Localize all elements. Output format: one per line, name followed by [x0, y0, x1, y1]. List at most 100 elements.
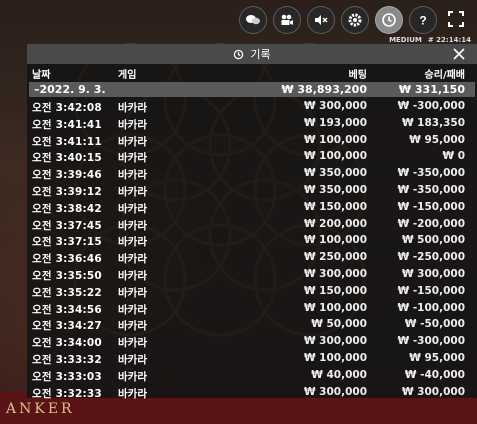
row-date: 오전 3:33:03	[32, 370, 102, 383]
row-result: ₩ 183,350	[401, 116, 465, 129]
row-date: 오전 3:34:00	[32, 337, 102, 350]
row-bet: ₩ 200,000	[303, 217, 367, 230]
row-result: ₩ -50,000	[404, 318, 465, 331]
row-bet: ₩ 100,000	[303, 150, 367, 163]
row-date: 오전 3:38:42	[32, 202, 102, 215]
row-result: ₩ -40,000	[404, 368, 465, 381]
row-bet: ₩ 350,000	[303, 183, 367, 196]
history-row[interactable]: 오전 3:40:15 바카라 ₩ 100,000 ₩ 0	[27, 148, 477, 165]
date-summary-row[interactable]: –2022. 9. 3. ₩ 38,893,200 ₩ 331,150	[29, 82, 475, 97]
row-game: 바카라	[118, 152, 147, 165]
status-line: MEDIUM # 22:14:14	[389, 36, 471, 44]
row-bet: ₩ 350,000	[303, 167, 367, 180]
row-result: ₩ -100,000	[397, 301, 465, 314]
history-icon	[382, 13, 396, 27]
history-row[interactable]: 오전 3:34:56 바카라 ₩ 100,000 ₩ -100,000	[27, 300, 477, 317]
history-row[interactable]: 오전 3:34:27 바카라 ₩ 50,000 ₩ -50,000	[27, 316, 477, 333]
felt-label: ANKER	[6, 401, 75, 417]
row-date: 오전 3:33:32	[32, 353, 102, 366]
panel-title: 기록	[250, 48, 271, 61]
row-bet: ₩ 100,000	[303, 133, 367, 146]
row-game: 바카라	[118, 202, 147, 215]
history-row[interactable]: 오전 3:35:50 바카라 ₩ 300,000 ₩ 300,000	[27, 266, 477, 283]
row-result: ₩ -350,000	[397, 167, 465, 180]
gear-icon	[348, 13, 362, 27]
history-row[interactable]: 오전 3:36:46 바카라 ₩ 250,000 ₩ -250,000	[27, 249, 477, 266]
row-game: 바카라	[118, 219, 147, 232]
history-row[interactable]: 오전 3:41:11 바카라 ₩ 100,000 ₩ 95,000	[27, 132, 477, 149]
clock-label: # 22:14:14	[427, 36, 471, 44]
row-game: 바카라	[118, 286, 147, 299]
history-row[interactable]: 오전 3:35:22 바카라 ₩ 150,000 ₩ -150,000	[27, 283, 477, 300]
row-bet: ₩ 50,000	[311, 318, 367, 331]
history-row[interactable]: 오전 3:42:08 바카라 ₩ 300,000 ₩ -300,000	[27, 98, 477, 115]
row-result: ₩ -150,000	[397, 200, 465, 213]
row-bet: ₩ 40,000	[311, 368, 367, 381]
row-result: ₩ 300,000	[401, 267, 465, 280]
row-date: 오전 3:42:08	[32, 102, 102, 114]
row-bet: ₩ 100,000	[303, 351, 367, 364]
row-game: 바카라	[118, 169, 147, 182]
row-result: ₩ -300,000	[397, 100, 465, 112]
row-game: 바카라	[118, 353, 147, 366]
history-button[interactable]	[375, 6, 403, 34]
row-date: 오전 3:40:15	[32, 152, 102, 165]
history-row[interactable]: 오전 3:33:32 바카라 ₩ 100,000 ₩ 95,000	[27, 350, 477, 367]
history-row[interactable]: 오전 3:34:00 바카라 ₩ 300,000 ₩ -300,000	[27, 333, 477, 350]
help-icon: ?	[419, 14, 426, 28]
top-toolbar: ?	[239, 6, 469, 36]
row-date: 오전 3:41:41	[32, 118, 102, 131]
row-bet: ₩ 150,000	[303, 284, 367, 297]
row-date: 오전 3:37:45	[32, 219, 102, 232]
summary-date: –2022. 9. 3.	[34, 83, 106, 96]
row-game: 바카라	[118, 236, 147, 249]
history-row[interactable]: 오전 3:32:33 바카라 ₩ 300,000 ₩ 300,000	[27, 384, 477, 401]
row-date: 오전 3:39:46	[32, 169, 102, 182]
video-button[interactable]	[273, 6, 301, 34]
row-game: 바카라	[118, 269, 147, 282]
row-game: 바카라	[118, 253, 147, 266]
history-row[interactable]: 오전 3:38:42 바카라 ₩ 150,000 ₩ -150,000	[27, 199, 477, 216]
summary-bet: ₩ 38,893,200	[281, 83, 367, 96]
row-date: 오전 3:35:22	[32, 286, 102, 299]
row-bet: ₩ 100,000	[303, 301, 367, 314]
row-result: ₩ -150,000	[397, 284, 465, 297]
settings-button[interactable]	[341, 6, 369, 34]
row-game: 바카라	[118, 370, 147, 383]
row-bet: ₩ 300,000	[303, 100, 367, 112]
mute-button[interactable]	[307, 6, 335, 34]
row-bet: ₩ 300,000	[303, 267, 367, 280]
row-result: ₩ -250,000	[397, 251, 465, 264]
row-bet: ₩ 100,000	[303, 234, 367, 247]
row-date: 오전 3:35:50	[32, 269, 102, 282]
history-panel: 기록 날짜 게임 베팅 승리/패배 –2022. 9. 3. ₩ 38,893,…	[27, 44, 477, 400]
row-result: ₩ -350,000	[397, 183, 465, 196]
row-result: ₩ 300,000	[401, 385, 465, 398]
row-result: ₩ 95,000	[409, 351, 465, 364]
row-bet: ₩ 300,000	[303, 335, 367, 348]
row-game: 바카라	[118, 337, 147, 350]
quality-label: MEDIUM	[389, 36, 422, 44]
row-result: ₩ 500,000	[401, 234, 465, 247]
svg-text:?: ?	[419, 14, 426, 28]
history-row[interactable]: 오전 3:37:45 바카라 ₩ 200,000 ₩ -200,000	[27, 216, 477, 233]
row-game: 바카라	[118, 102, 147, 114]
history-row[interactable]: 오전 3:37:15 바카라 ₩ 100,000 ₩ 500,000	[27, 232, 477, 249]
row-date: 오전 3:41:11	[32, 135, 102, 148]
row-result: ₩ -300,000	[397, 335, 465, 348]
column-headers: 날짜 게임 베팅 승리/패배	[27, 66, 477, 82]
history-row[interactable]: 오전 3:33:03 바카라 ₩ 40,000 ₩ -40,000	[27, 367, 477, 384]
history-icon	[234, 49, 244, 59]
history-row[interactable]: 오전 3:39:46 바카라 ₩ 350,000 ₩ -350,000	[27, 165, 477, 182]
fullscreen-button[interactable]	[443, 6, 469, 32]
column-date: 날짜	[32, 70, 51, 81]
row-game: 바카라	[118, 303, 147, 316]
history-list: 오전 3:42:08 바카라 ₩ 300,000 ₩ -300,000 오전 3:41:…	[27, 98, 477, 400]
close-button[interactable]	[453, 45, 471, 63]
help-button[interactable]: ?	[409, 6, 437, 34]
row-bet: ₩ 250,000	[303, 251, 367, 264]
history-row[interactable]: 오전 3:41:41 바카라 ₩ 193,000 ₩ 183,350	[27, 115, 477, 132]
history-row[interactable]: 오전 3:39:12 바카라 ₩ 350,000 ₩ -350,000	[27, 182, 477, 199]
row-result: ₩ -200,000	[397, 217, 465, 230]
chat-button[interactable]	[239, 6, 267, 34]
